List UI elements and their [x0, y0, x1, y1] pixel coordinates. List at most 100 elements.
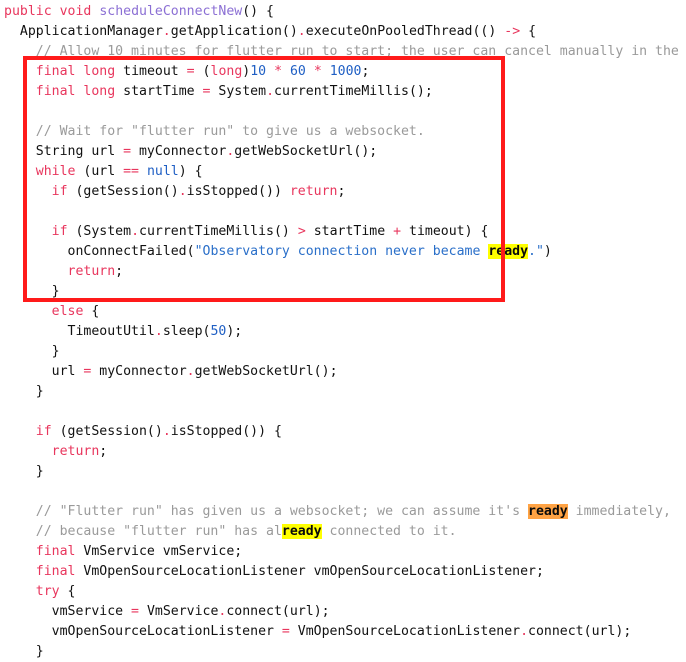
comment-token: // because "flutter run" has al — [4, 524, 282, 539]
code-token: } — [4, 464, 44, 479]
number-token: 10 — [250, 64, 267, 79]
comment-token: connected to it. — [321, 524, 457, 539]
code-line[interactable]: onConnectFailed("Observatory connection … — [0, 242, 686, 262]
code-line[interactable] — [0, 202, 686, 222]
keyword-token: long — [83, 84, 116, 99]
search-match-highlight: ready — [488, 244, 529, 259]
code-line[interactable]: } — [0, 282, 686, 302]
code-line[interactable] — [0, 482, 686, 502]
code-token: getWebSocketUrl(); — [194, 364, 338, 379]
code-token: . — [186, 364, 195, 379]
code-line[interactable]: TimeoutUtil.sleep(50); — [0, 322, 686, 342]
code-line[interactable]: if (getSession().isStopped()) return; — [0, 182, 686, 202]
code-token: connect(url); — [528, 624, 632, 639]
code-token: . — [297, 24, 306, 39]
code-line[interactable]: if (System.currentTimeMillis() > startTi… — [0, 222, 686, 242]
keyword-token: return — [67, 264, 116, 279]
code-token: String url — [4, 144, 124, 159]
code-line[interactable]: } — [0, 642, 686, 662]
code-token: . — [162, 424, 171, 439]
code-token: (getSession() — [51, 424, 163, 439]
code-token: ); — [226, 324, 243, 339]
code-token: isStopped()) { — [170, 424, 282, 439]
code-token: sleep( — [162, 324, 211, 339]
code-token: ApplicationManager — [4, 24, 163, 39]
keyword-token: final — [35, 544, 76, 559]
code-token: (url — [75, 164, 124, 179]
number-token: 1000 — [329, 64, 362, 79]
code-lines-container[interactable]: public void scheduleConnectNew() { Appli… — [0, 2, 686, 662]
code-line[interactable]: if (getSession().isStopped()) { — [0, 422, 686, 442]
code-token: vmService — [4, 604, 132, 619]
code-token: -> — [504, 24, 521, 39]
keyword-token: final — [35, 64, 76, 79]
code-line[interactable]: try { — [0, 582, 686, 602]
code-token: () { — [242, 4, 274, 19]
keyword-token: if — [35, 424, 52, 439]
search-match-highlight: ready — [281, 524, 322, 539]
keyword-token: void — [59, 4, 92, 19]
code-line[interactable]: // because "flutter run" has already con… — [0, 522, 686, 542]
code-token: = — [131, 604, 139, 619]
code-line[interactable]: // Allow 10 minutes for flutter run to s… — [0, 42, 686, 62]
code-token: System — [210, 84, 267, 99]
keyword-token: final — [35, 84, 76, 99]
code-token: = — [281, 624, 290, 639]
code-line[interactable]: public void scheduleConnectNew() { — [0, 2, 686, 22]
code-line[interactable]: ApplicationManager.getApplication().exec… — [0, 22, 686, 42]
code-token: myConnector — [91, 364, 187, 379]
code-token: (getSession() — [67, 184, 179, 199]
code-line[interactable]: return; — [0, 262, 686, 282]
keyword-token: return — [289, 184, 338, 199]
code-line[interactable]: final VmService vmService; — [0, 542, 686, 562]
code-token: getWebSocketUrl(); — [234, 144, 378, 159]
keyword-token: long — [210, 64, 243, 79]
code-token: } — [4, 284, 60, 299]
code-token: VmOpenSourceLocationListener — [289, 624, 521, 639]
code-line[interactable]: url = myConnector.getWebSocketUrl(); — [0, 362, 686, 382]
number-token: 50 — [210, 324, 227, 339]
code-token: * — [274, 64, 283, 79]
code-token: executeOnPooledThread(() — [305, 24, 505, 39]
code-line[interactable]: String url = myConnector.getWebSocketUrl… — [0, 142, 686, 162]
string-token: "Observatory connection never became — [194, 244, 489, 259]
keyword-token: final — [35, 564, 76, 579]
number-token: null — [146, 164, 179, 179]
code-line[interactable]: else { — [0, 302, 686, 322]
code-line[interactable] — [0, 402, 686, 422]
code-line[interactable]: final VmOpenSourceLocationListener vmOpe… — [0, 562, 686, 582]
code-line[interactable]: } — [0, 342, 686, 362]
code-line[interactable]: final long startTime = System.currentTim… — [0, 82, 686, 102]
code-line[interactable]: // "Flutter run" has given us a websocke… — [0, 502, 686, 522]
code-line[interactable]: } — [0, 462, 686, 482]
code-token: * — [313, 64, 322, 79]
code-line[interactable]: final long timeout = (long)10 * 60 * 100… — [0, 62, 686, 82]
code-token: } — [4, 644, 44, 659]
code-token: TimeoutUtil — [4, 324, 155, 339]
code-line[interactable]: vmOpenSourceLocationListener = VmOpenSou… — [0, 622, 686, 642]
comment-token: // Allow 10 minutes for flutter run to s… — [4, 44, 686, 59]
keyword-token: try — [35, 584, 60, 599]
code-line[interactable]: } — [0, 382, 686, 402]
number-token: 60 — [289, 64, 306, 79]
code-line[interactable]: // Wait for "flutter run" to give us a w… — [0, 122, 686, 142]
code-token: } — [4, 344, 60, 359]
code-token: . — [131, 224, 140, 239]
code-token: currentTimeMillis(); — [274, 84, 433, 99]
code-line[interactable]: while (url == null) { — [0, 162, 686, 182]
code-line[interactable] — [0, 102, 686, 122]
code-line[interactable]: return; — [0, 442, 686, 462]
code-editor-pane[interactable]: public void scheduleConnectNew() { Appli… — [0, 0, 686, 662]
comment-token: // Wait for "flutter run" to give us a w… — [4, 124, 425, 139]
code-line[interactable]: vmService = VmService.connect(url); — [0, 602, 686, 622]
code-token: > — [297, 224, 306, 239]
